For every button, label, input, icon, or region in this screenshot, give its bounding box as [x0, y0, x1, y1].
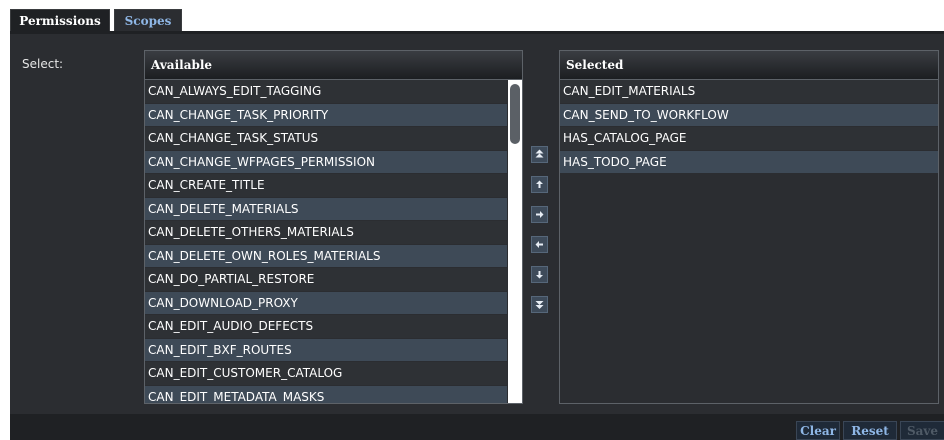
tab-bar: Permissions Scopes [0, 0, 944, 34]
tab-permissions[interactable]: Permissions [10, 9, 110, 31]
available-list-item[interactable]: CAN_DELETE_MATERIALS [145, 197, 507, 221]
available-rows: CAN_ALWAYS_EDIT_TAGGING CAN_CHANGE_TASK_P… [145, 80, 507, 403]
move-right-button[interactable] [531, 206, 548, 223]
available-list-item[interactable]: CAN_DOWNLOAD_PROXY [145, 291, 507, 315]
tab-scopes[interactable]: Scopes [114, 9, 182, 31]
available-list-item[interactable]: CAN_CHANGE_TASK_PRIORITY [145, 103, 507, 127]
available-list-item[interactable]: CAN_EDIT_METADATA_MASKS [145, 385, 507, 403]
scrollbar-thumb[interactable] [510, 84, 520, 144]
save-button[interactable]: Save [900, 421, 944, 440]
available-list-item[interactable]: CAN_DO_PARTIAL_RESTORE [145, 268, 507, 292]
available-list-item[interactable]: CAN_CREATE_TITLE [145, 174, 507, 198]
selected-list: Selected CAN_EDIT_MATERIALS CAN_SEND_TO_W… [559, 50, 939, 404]
selected-header: Selected [560, 51, 938, 80]
available-list-item[interactable]: CAN_ALWAYS_EDIT_TAGGING [145, 80, 507, 104]
available-header: Available [145, 51, 522, 80]
available-list-item[interactable]: CAN_EDIT_AUDIO_DEFECTS [145, 315, 507, 339]
permissions-panel: Select: Available CAN_ALWAYS_EDIT_TAGGIN… [10, 34, 944, 414]
move-top-button[interactable] [531, 146, 548, 163]
select-label: Select: [22, 57, 64, 71]
available-list-item[interactable]: CAN_CHANGE_TASK_STATUS [145, 127, 507, 151]
reset-button[interactable]: Reset [843, 421, 897, 440]
available-scrollbar[interactable] [508, 80, 522, 403]
move-left-button[interactable] [531, 236, 548, 253]
selected-list-item[interactable]: HAS_TODO_PAGE [560, 150, 938, 174]
available-list-item[interactable]: CAN_EDIT_BXF_ROUTES [145, 338, 507, 362]
selected-list-item[interactable]: CAN_EDIT_MATERIALS [560, 80, 938, 104]
move-up-button[interactable] [531, 176, 548, 193]
selected-list-item[interactable]: CAN_SEND_TO_WORKFLOW [560, 103, 938, 127]
footer-bar: Clear Reset Save [10, 414, 944, 440]
available-list-item[interactable]: CAN_DELETE_OWN_ROLES_MATERIALS [145, 244, 507, 268]
move-bottom-button[interactable] [531, 296, 548, 313]
selected-rows: CAN_EDIT_MATERIALS CAN_SEND_TO_WORKFLOW HA… [560, 80, 938, 174]
available-list-item[interactable]: CAN_CHANGE_WFPAGES_PERMISSION [145, 150, 507, 174]
selected-list-item[interactable]: HAS_CATALOG_PAGE [560, 127, 938, 151]
available-list: Available CAN_ALWAYS_EDIT_TAGGING CAN_CHA… [144, 50, 523, 404]
move-down-button[interactable] [531, 266, 548, 283]
available-list-item[interactable]: CAN_EDIT_CUSTOMER_CATALOG [145, 362, 507, 386]
available-list-item[interactable]: CAN_DELETE_OTHERS_MATERIALS [145, 221, 507, 245]
clear-button[interactable]: Clear [796, 421, 840, 440]
